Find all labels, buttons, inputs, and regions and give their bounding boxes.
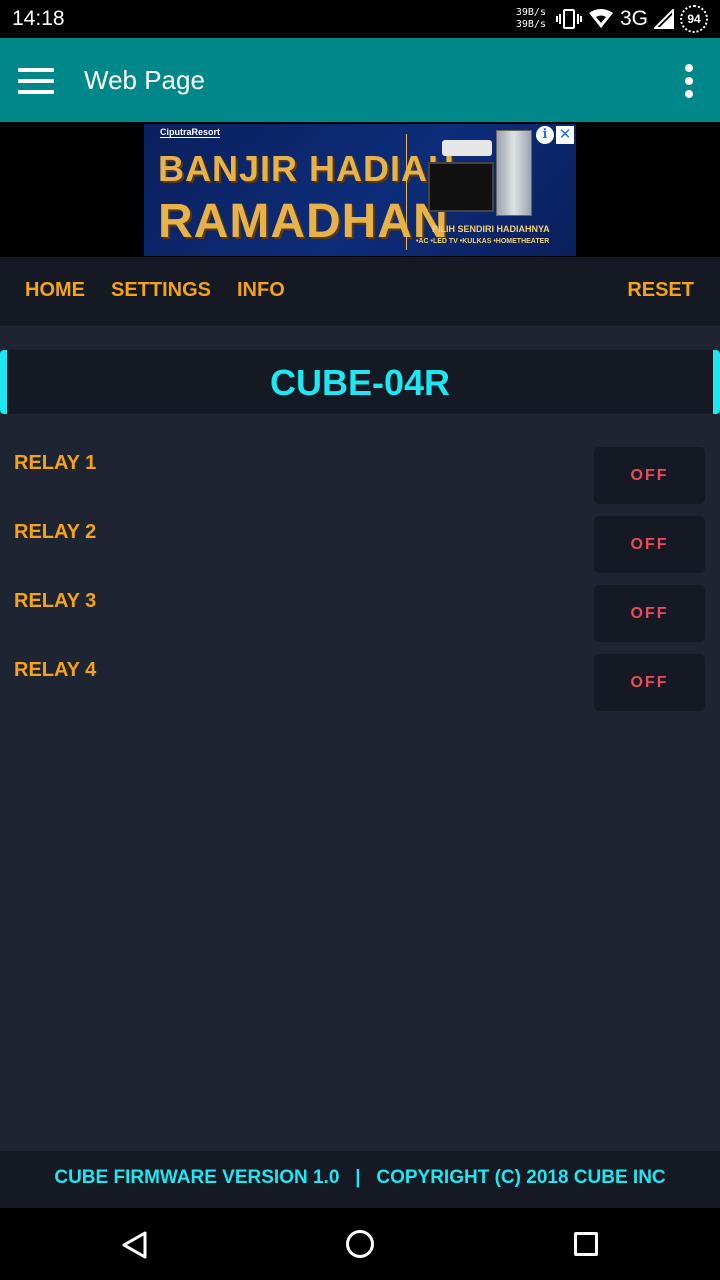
net-speed-down: 39B/s [515, 19, 546, 30]
vibrate-icon [555, 9, 582, 29]
footer-text: CUBE FIRMWARE VERSION 1.0 | COPYRIGHT (C… [54, 1167, 666, 1188]
nav-reset-link[interactable]: RESET [627, 279, 694, 302]
network-speed: 39B/s 39B/s [516, 7, 546, 31]
device-header: CUBE-04R [0, 350, 720, 414]
status-time: 14:18 [12, 7, 65, 30]
app-bar: Web Page [0, 38, 720, 122]
device-title: CUBE-04R [269, 362, 451, 403]
battery-level: 94 [687, 12, 701, 26]
ad-info-icon[interactable]: i [536, 126, 554, 144]
ad-brand: CiputraResort [160, 127, 221, 138]
ad-area: CiputraResort BANJIR HADIAH RAMADHAN PIL… [0, 122, 720, 257]
relay-1-toggle-button[interactable]: OFF [594, 447, 705, 504]
top-nav: HOME SETTINGS INFO RESET [0, 257, 720, 326]
nav-info-link[interactable]: INFO [237, 279, 285, 302]
relay-4-toggle-button[interactable]: OFF [594, 654, 705, 711]
wifi-icon [588, 9, 613, 28]
relay-3-label: RELAY 3 [14, 590, 97, 612]
tv-image [428, 162, 494, 212]
refrigerator-image [496, 130, 532, 216]
ad-headline-line1: BANJIR HADIAH [158, 148, 456, 189]
ad-tagline: PILIH SENDIRI HADIAHNYA [432, 224, 550, 234]
ad-close-icon[interactable]: ✕ [556, 126, 574, 144]
nav-home-link[interactable]: HOME [25, 279, 85, 302]
signal-icon [654, 9, 674, 29]
net-speed-up: 39B/s [515, 7, 546, 18]
more-vert-icon[interactable] [684, 64, 694, 98]
app-title: Web Page [84, 65, 205, 95]
ad-banner[interactable]: CiputraResort BANJIR HADIAH RAMADHAN PIL… [144, 124, 576, 256]
back-icon[interactable] [120, 1230, 150, 1260]
nav-settings-link[interactable]: SETTINGS [111, 279, 211, 302]
status-bar: 14:18 39B/s 39B/s 3G 94 [0, 0, 720, 38]
battery-icon: 94 [680, 5, 708, 33]
relay-3-toggle-button[interactable]: OFF [594, 585, 705, 642]
home-icon[interactable] [346, 1230, 374, 1258]
relay-2-toggle-button[interactable]: OFF [594, 516, 705, 573]
ad-divider [406, 134, 407, 250]
network-type: 3G [619, 7, 648, 30]
ad-products-image [428, 130, 538, 218]
recents-icon[interactable] [574, 1232, 598, 1256]
footer: CUBE FIRMWARE VERSION 1.0 | COPYRIGHT (C… [0, 1151, 720, 1208]
air-conditioner-image [442, 140, 492, 156]
relay-4-label: RELAY 4 [14, 659, 97, 681]
relay-1-label: RELAY 1 [14, 452, 97, 474]
relay-2-label: RELAY 2 [14, 521, 97, 543]
ad-products-list: •AC •LED TV •KULKAS •HOMETHEATER [416, 238, 550, 245]
hamburger-menu-icon[interactable] [18, 68, 54, 94]
system-nav-bar [0, 1208, 720, 1280]
status-icons: 39B/s 39B/s 3G 94 [516, 4, 708, 34]
